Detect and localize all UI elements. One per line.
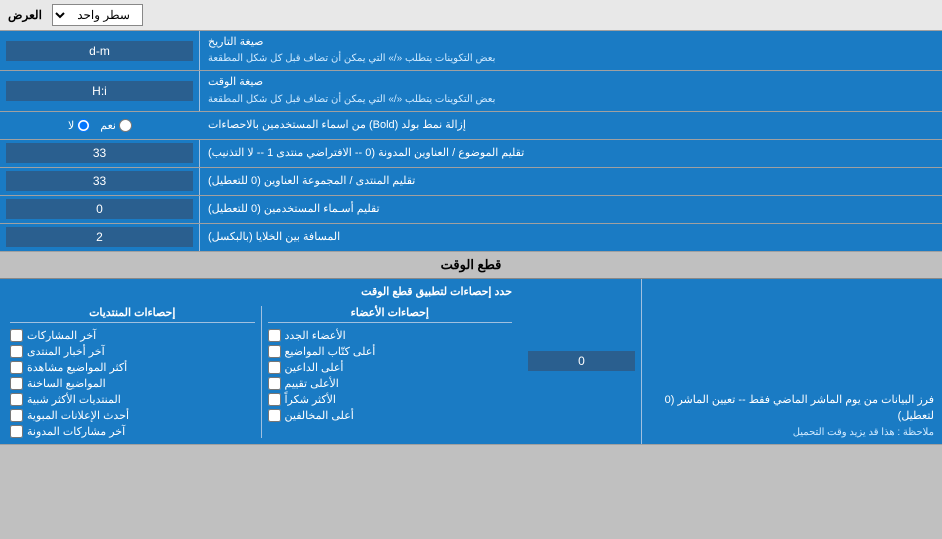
cb-most-thanked-check[interactable] (268, 393, 281, 406)
cb-hot-topics: المواضيع الساخنة (10, 377, 255, 390)
date-format-input[interactable] (6, 41, 193, 61)
bold-option-label: إزالة نمط بولد (Bold) من اسماء المستخدمي… (200, 112, 942, 139)
usernames-label: تقليم أسـماء المستخدمين (0 للتعطيل) (200, 196, 942, 223)
cb-top-violators-check[interactable] (268, 409, 281, 422)
cb-latest-news-check[interactable] (10, 345, 23, 358)
cb-top-rated-check[interactable] (268, 377, 281, 390)
date-format-label: صيغة التاريخ بعض التكوينات يتطلب «/» الت… (200, 31, 942, 70)
cb-new-members-check[interactable] (268, 329, 281, 342)
forums-stats-header: إحصاءات المنتديات (10, 306, 255, 323)
bold-yes-radio[interactable] (119, 119, 132, 132)
cb-hot-topics-check[interactable] (10, 377, 23, 390)
cb-latest-news: آخر أخبار المنتدى (10, 345, 255, 358)
section-header: قطع الوقت (0, 252, 942, 279)
titles-count-label: تقليم الموضوع / العناوين المدونة (0 -- ا… (200, 140, 942, 167)
forum-titles-input-wrapper (0, 168, 200, 195)
bold-yes-label[interactable]: نعم (100, 119, 132, 132)
titles-count-input-wrapper (0, 140, 200, 167)
cb-latest-classified-check[interactable] (10, 409, 23, 422)
titles-count-row: تقليم الموضوع / العناوين المدونة (0 -- ا… (0, 140, 942, 168)
cut-time-section: فرز البيانات من يوم الماشر الماضي فقط --… (0, 279, 942, 445)
titles-count-input[interactable] (6, 143, 193, 163)
bold-option-row: إزالة نمط بولد (Bold) من اسماء المستخدمي… (0, 112, 942, 140)
top-select-row: سطر واحد العرض (0, 0, 942, 31)
bold-no-label[interactable]: لا (68, 119, 90, 132)
divider (261, 306, 262, 438)
column-spacing-input-wrapper (0, 224, 200, 251)
bold-option-radios: نعم لا (0, 112, 200, 139)
cb-most-similar: المنتديات الأكثر شبية (10, 393, 255, 406)
column-spacing-input[interactable] (6, 227, 193, 247)
cb-top-writers: أعلى كتّاب المواضيع (268, 345, 513, 358)
date-format-row: صيغة التاريخ بعض التكوينات يتطلب «/» الت… (0, 31, 942, 71)
cb-latest-posts-check[interactable] (10, 329, 23, 342)
checkboxes-area: حدد إحصاءات لتطبيق قطع الوقت إحصاءات الأ… (0, 279, 522, 444)
cb-new-members: الأعضاء الجدد (268, 329, 513, 342)
cb-top-violators: أعلى المخالفين (268, 409, 513, 422)
usernames-row: تقليم أسـماء المستخدمين (0 للتعطيل) (0, 196, 942, 224)
checkboxes-columns: إحصاءات الأعضاء الأعضاء الجدد أعلى كتّاب… (10, 306, 512, 438)
forum-titles-row: تقليم المنتدى / المجموعة العناوين (0 للت… (0, 168, 942, 196)
column-spacing-label: المسافة بين الخلايا (بالبكسل) (200, 224, 942, 251)
cut-time-label-wrapper: فرز البيانات من يوم الماشر الماضي فقط --… (642, 279, 942, 444)
cb-top-inviters: أعلى الداعين (268, 361, 513, 374)
cut-time-input-wrapper (522, 279, 642, 444)
limit-label: حدد إحصاءات لتطبيق قطع الوقت (10, 285, 512, 298)
display-label: العرض (8, 8, 42, 22)
cb-most-viewed-check[interactable] (10, 361, 23, 374)
cb-latest-classified: أحدث الإعلانات المبوية (10, 409, 255, 422)
cb-most-viewed: أكثر المواضيع مشاهدة (10, 361, 255, 374)
members-stats-col: إحصاءات الأعضاء الأعضاء الجدد أعلى كتّاب… (268, 306, 513, 438)
usernames-input[interactable] (6, 199, 193, 219)
time-format-input-wrapper (0, 71, 200, 110)
date-format-input-wrapper (0, 31, 200, 70)
time-format-row: صيغة الوقت بعض التكوينات يتطلب «/» التي … (0, 71, 942, 111)
cb-most-thanked: الأكثر شكراً (268, 393, 513, 406)
bold-no-radio[interactable] (77, 119, 90, 132)
cb-latest-posts: آخر المشاركات (10, 329, 255, 342)
forum-titles-input[interactable] (6, 171, 193, 191)
cb-top-writers-check[interactable] (268, 345, 281, 358)
usernames-input-wrapper (0, 196, 200, 223)
members-stats-header: إحصاءات الأعضاء (268, 306, 513, 323)
display-select[interactable]: سطر واحد (52, 4, 143, 26)
forums-stats-col: إحصاءات المنتديات آخر المشاركات آخر أخبا… (10, 306, 255, 438)
forum-titles-label: تقليم المنتدى / المجموعة العناوين (0 للت… (200, 168, 942, 195)
time-format-label: صيغة الوقت بعض التكوينات يتطلب «/» التي … (200, 71, 942, 110)
column-spacing-row: المسافة بين الخلايا (بالبكسل) (0, 224, 942, 252)
cb-most-similar-check[interactable] (10, 393, 23, 406)
cb-top-rated: الأعلى تقييم (268, 377, 513, 390)
cb-blog-posts-check[interactable] (10, 425, 23, 438)
cb-blog-posts: آخر مشاركات المدونة (10, 425, 255, 438)
cb-top-inviters-check[interactable] (268, 361, 281, 374)
time-format-input[interactable] (6, 81, 193, 101)
cut-time-input[interactable] (528, 351, 635, 371)
